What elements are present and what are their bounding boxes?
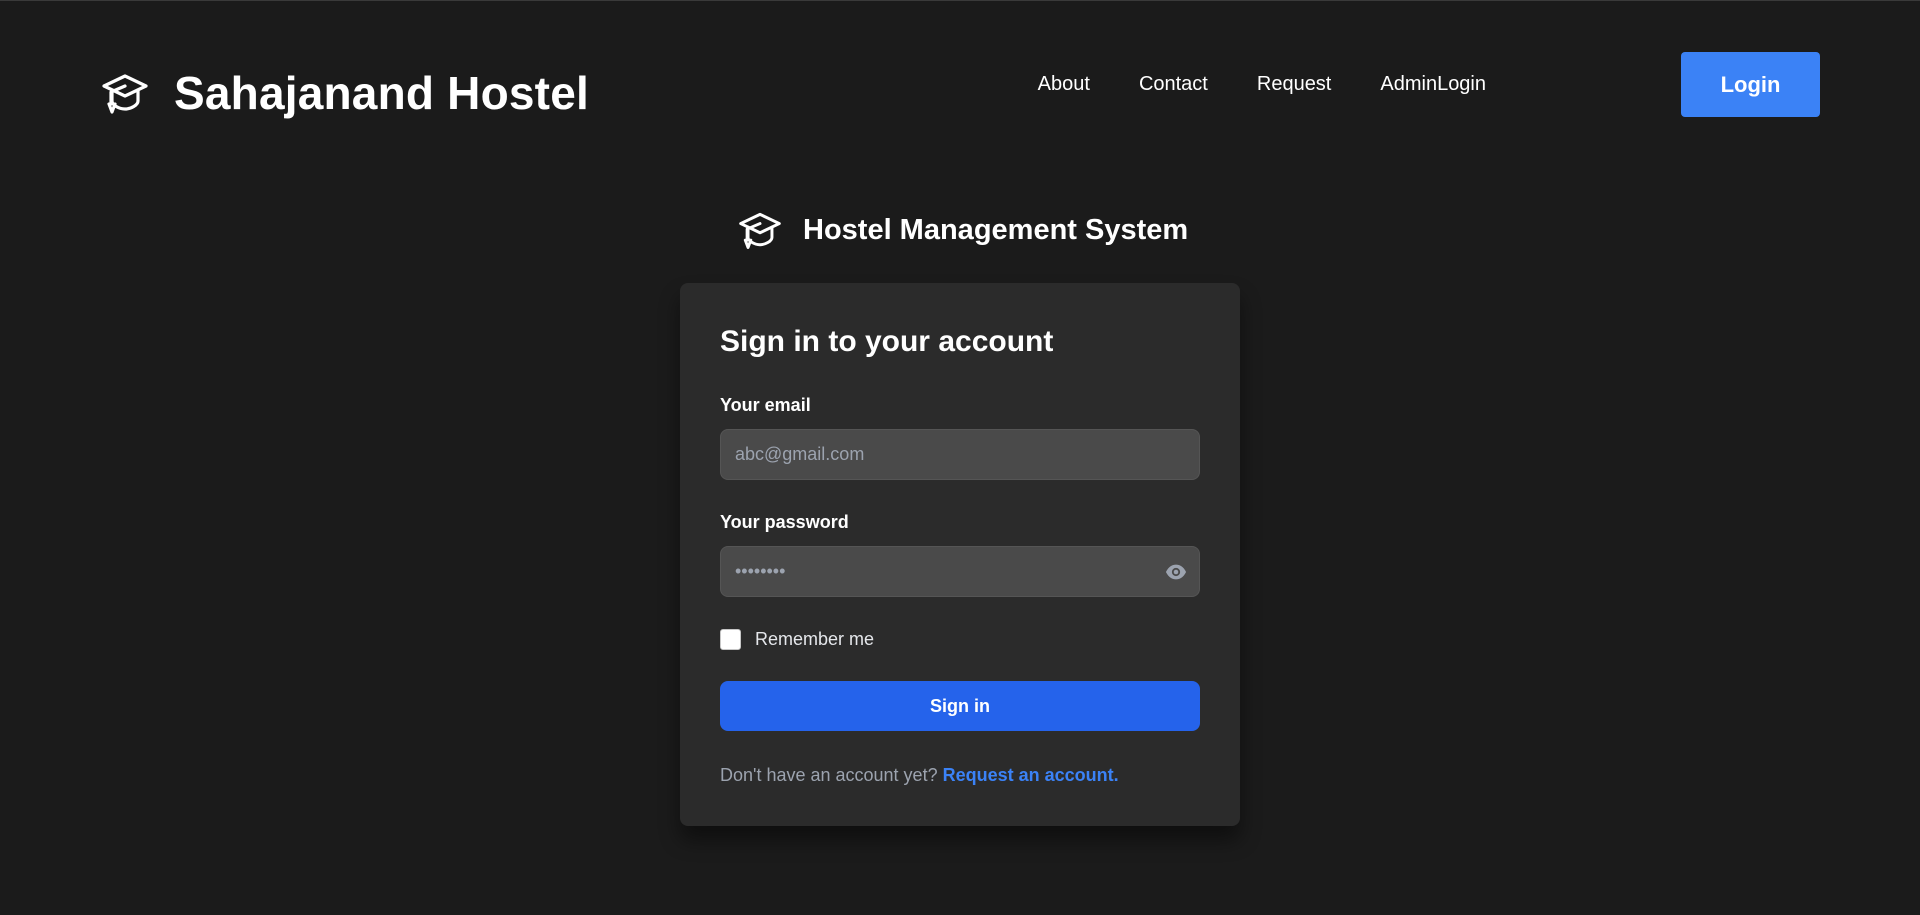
graduation-cap-icon: [102, 74, 148, 114]
password-label: Your password: [720, 512, 849, 532]
brand[interactable]: Sahajanand Hostel: [100, 65, 589, 121]
top-nav: About Contact Request AdminLogin: [1038, 69, 1486, 99]
email-field[interactable]: [735, 444, 1185, 465]
nav-request-link[interactable]: Request: [1257, 73, 1332, 96]
nav-admin-login-link[interactable]: AdminLogin: [1380, 73, 1486, 96]
request-account-text: Don't have an account yet? Request an ac…: [720, 765, 1119, 786]
email-field-wrapper: [720, 429, 1200, 480]
password-field[interactable]: [735, 561, 1185, 582]
remember-checkbox[interactable]: [720, 629, 741, 650]
system-title-text: Hostel Management System: [803, 213, 1189, 246]
system-title: Hostel Management System: [737, 207, 1188, 253]
nav-about-link[interactable]: About: [1038, 73, 1090, 96]
remember-label: Remember me: [755, 629, 875, 649]
brand-title: Sahajanand Hostel: [174, 67, 589, 119]
login-button[interactable]: Login: [1681, 52, 1820, 117]
eye-icon[interactable]: [1165, 562, 1187, 582]
request-prompt: Don't have an account yet?: [720, 765, 943, 785]
password-field-wrapper: [720, 546, 1200, 597]
signin-button[interactable]: Sign in: [720, 681, 1200, 731]
signin-card: Sign in to your account Your email Your …: [680, 283, 1240, 826]
request-account-link[interactable]: Request an account.: [943, 765, 1119, 785]
page: Sahajanand Hostel About Contact Request …: [0, 0, 1920, 915]
remember-me: Remember me: [720, 629, 874, 650]
signin-heading: Sign in to your account: [720, 325, 1054, 358]
graduation-cap-icon: [739, 212, 781, 249]
email-label: Your email: [720, 395, 811, 415]
header: Sahajanand Hostel About Contact Request …: [0, 1, 1920, 171]
nav-contact-link[interactable]: Contact: [1139, 73, 1208, 96]
